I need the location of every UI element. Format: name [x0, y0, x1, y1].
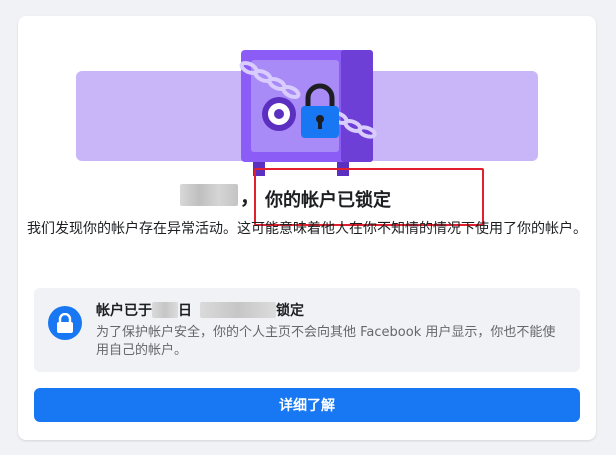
notice-title-prefix: 帐户已于: [96, 303, 152, 319]
notice-title-suffix: 锁定: [276, 303, 304, 319]
redacted-user-name: [180, 184, 238, 206]
redacted-time-part: [200, 302, 276, 318]
lock-icon: [57, 313, 73, 333]
lock-badge: [48, 306, 82, 340]
title-comma: ，: [240, 185, 260, 209]
notice-description: 为了保护帐户安全，你的个人主页不会向其他 Facebook 用户显示，你也不能使…: [96, 325, 556, 358]
unusual-activity-message: 我们发现你的帐户存在异常活动。这可能意味着他人在你不知情的情况下使用了你的帐户。: [27, 221, 587, 237]
locked-safe-illustration: [239, 50, 377, 176]
notice-title-mid: 日: [178, 303, 192, 319]
redacted-date-part: [152, 302, 178, 318]
page-title: 你的帐户已锁定: [265, 190, 391, 211]
account-locked-card: ， 你的帐户已锁定 我们发现你的帐户存在异常活动。这可能意味着他人在你不知情的情…: [18, 16, 596, 440]
learn-more-button[interactable]: 详细了解: [34, 388, 580, 422]
notice-title-row: 帐户已于 日 锁定: [96, 300, 304, 320]
lock-notice-panel: 帐户已于 日 锁定 为了保护帐户安全，你的个人主页不会向其他 Facebook …: [34, 288, 580, 372]
